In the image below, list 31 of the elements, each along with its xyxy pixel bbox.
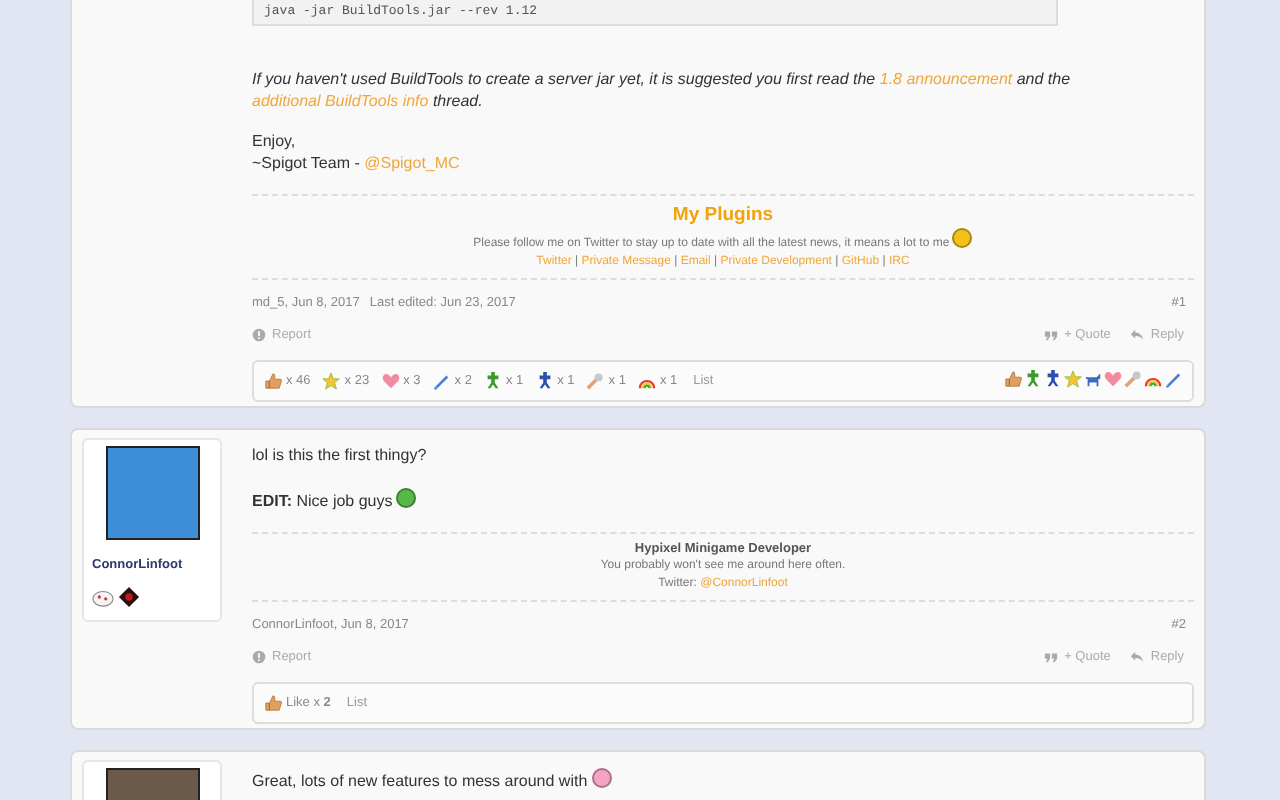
message-text: lol is this the first thingy? [252, 446, 429, 467]
star-icon [322, 372, 341, 390]
reply-arrow-icon [1130, 650, 1145, 664]
cake-icon [92, 586, 114, 608]
alert-icon [252, 650, 266, 664]
heart-icon [1104, 370, 1122, 388]
quote-icon [1044, 328, 1059, 342]
thumbs-up-icon [1004, 370, 1022, 388]
thumbs-up-icon [264, 372, 282, 390]
star-icon [1064, 370, 1082, 388]
text-link[interactable]: @Spigot_MC [364, 153, 460, 171]
message-text: EDIT: Nice job guys [252, 487, 1194, 512]
message-text: Great, lots of new features to mess around with [252, 768, 1194, 793]
animal-icon [1084, 370, 1102, 388]
heart-icon [381, 372, 400, 390]
pencil-icon [1164, 370, 1182, 388]
text-link[interactable]: 1.8 announcement [879, 70, 1013, 88]
message-text: ~Spigot Team - @Spigot_MC [252, 153, 462, 174]
wrench-icon [1124, 370, 1142, 388]
signature-title: My Plugins [672, 202, 774, 228]
reply-arrow-icon [1130, 328, 1145, 342]
message-text: If you haven't used BuildTools to create a server jar yet, it is suggested you first read the 1.8 announcement and the additional BuildTools info thread. [252, 70, 1073, 112]
wrench-icon [586, 372, 605, 390]
alert-icon [252, 328, 266, 342]
avatar-image[interactable] [105, 446, 199, 540]
thumbs-up-icon [264, 694, 282, 712]
gem-icon [118, 586, 140, 608]
text-link[interactable]: additional BuildTools info [252, 91, 429, 109]
pencil-icon [432, 372, 451, 390]
message-text: Enjoy, [252, 132, 298, 153]
quote-icon [1044, 650, 1059, 664]
